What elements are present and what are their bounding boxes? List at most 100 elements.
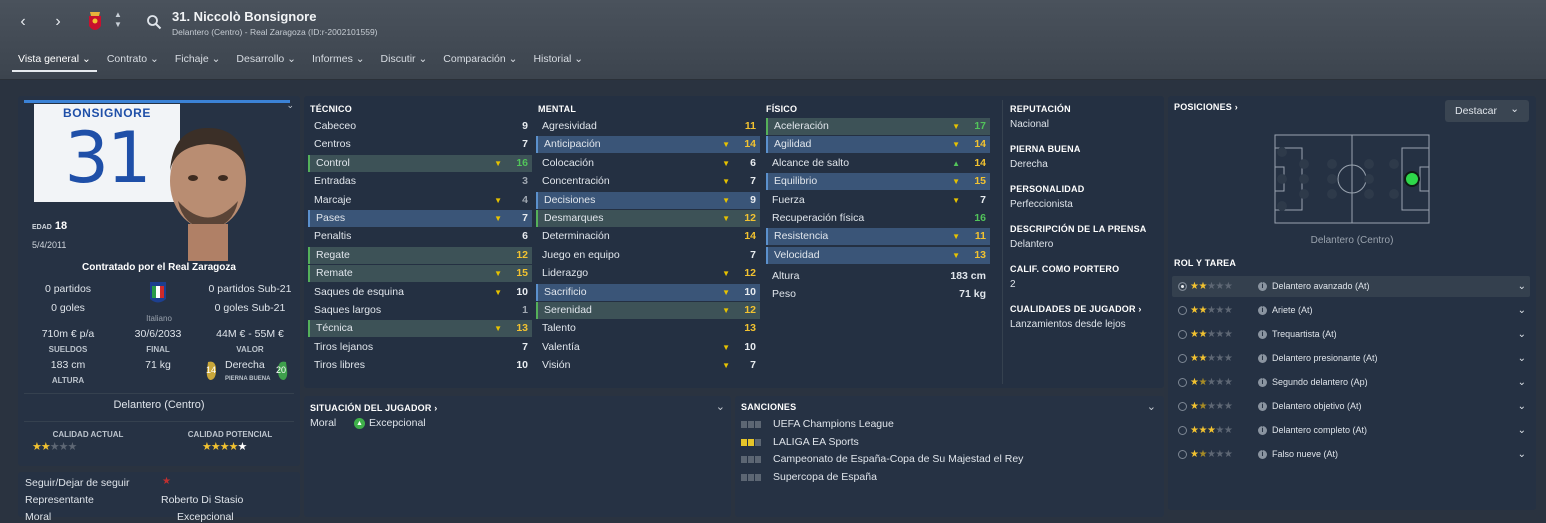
tab-contract[interactable]: Contrato ⌄	[101, 52, 165, 72]
role-row[interactable]: ★★★★★ i Delantero completo (At) ⌄	[1172, 420, 1530, 441]
player-status-link[interactable]: SITUACIÓN DEL JUGADOR ›	[310, 403, 437, 413]
role-row[interactable]: ★★★★★ i Delantero objetivo (At) ⌄	[1172, 396, 1530, 417]
back-button[interactable]: ‹	[10, 9, 36, 35]
player-traits-link[interactable]: CUALIDADES DE JUGADOR ›	[1010, 304, 1158, 314]
role-row[interactable]: ★★★★★ i Trequartista (At) ⌄	[1172, 324, 1530, 345]
player-switcher-icon[interactable]: ▲ ▼	[112, 10, 124, 30]
attribute-row[interactable]: Desmarques ▼ 12	[536, 210, 760, 227]
attribute-row[interactable]: Determinación 14	[536, 228, 760, 245]
role-row[interactable]: ★★★★★ i Ariete (At) ⌄	[1172, 300, 1530, 321]
attribute-row[interactable]: Anticipación ▼ 14	[536, 136, 760, 154]
age-block: EDAD 18	[32, 220, 67, 232]
attribute-row[interactable]: Centros 7	[308, 136, 532, 153]
tab-development[interactable]: Desarrollo ⌄	[230, 52, 302, 72]
club-crest-icon[interactable]	[86, 9, 104, 35]
follow-toggle[interactable]: Seguir/Dejar de seguir	[25, 477, 129, 489]
forward-button[interactable]: ›	[45, 9, 71, 35]
role-row[interactable]: ★★★★★ i Falso nueve (At) ⌄	[1172, 444, 1530, 465]
attribute-row[interactable]: Tiros libres 10	[308, 357, 532, 374]
radio-button[interactable]	[1178, 378, 1187, 387]
radio-button[interactable]	[1178, 306, 1187, 315]
attribute-row[interactable]: Sacrificio ▼ 10	[536, 283, 760, 301]
radio-button[interactable]	[1178, 330, 1187, 339]
chevron-down-icon[interactable]: ⌄	[1518, 372, 1526, 393]
attribute-row[interactable]: Técnica ▼ 13	[308, 320, 532, 338]
info-icon[interactable]: i	[1258, 426, 1267, 435]
chevron-down-icon[interactable]: ⌄	[1518, 420, 1526, 441]
attribute-row[interactable]: Pases ▼ 7	[308, 210, 532, 227]
wage-value: 710m € p/a	[41, 328, 95, 340]
positions-link[interactable]: POSICIONES ›	[1174, 102, 1238, 112]
search-icon[interactable]	[146, 14, 162, 30]
radio-button[interactable]	[1178, 426, 1187, 435]
attribute-row[interactable]: Recuperación física 16	[766, 210, 990, 227]
chevron-down-icon[interactable]: ⌄	[286, 100, 294, 111]
tab-transfer[interactable]: Fichaje ⌄	[169, 52, 227, 72]
attribute-row[interactable]: Serenidad ▼ 12	[536, 302, 760, 319]
chevron-down-icon[interactable]: ⌄	[1518, 324, 1526, 345]
radio-button[interactable]	[1178, 354, 1187, 363]
attribute-row[interactable]: Penaltis 6	[308, 228, 532, 245]
attribute-row[interactable]: Equilibrio ▼ 15	[766, 173, 990, 191]
attribute-row[interactable]: Regate 12	[308, 246, 532, 264]
attribute-row[interactable]: Alcance de salto ▲ 14	[766, 155, 990, 172]
star-icon[interactable]: ★	[162, 476, 171, 487]
attribute-row[interactable]: Saques de esquina ▼ 10	[308, 284, 532, 301]
role-row[interactable]: ★★★★★ i Delantero avanzado (At) ⌄	[1172, 276, 1530, 297]
attribute-row[interactable]: Tiros lejanos 7	[308, 339, 532, 356]
radio-button[interactable]	[1178, 282, 1187, 291]
attribute-row[interactable]: Visión ▼ 7	[536, 357, 760, 374]
tab-reports[interactable]: Informes ⌄	[306, 52, 371, 72]
attribute-name: Agresividad	[542, 120, 597, 132]
info-icon[interactable]: i	[1258, 282, 1267, 291]
chevron-down-icon[interactable]: ⌄	[1518, 396, 1526, 417]
agent-value[interactable]: Roberto Di Stasio	[161, 494, 243, 506]
sanction-row: UEFA Champions League	[741, 415, 1101, 433]
attribute-row[interactable]: Agresividad 11	[536, 118, 760, 135]
info-icon[interactable]: i	[1258, 378, 1267, 387]
attribute-row[interactable]: Entradas 3	[308, 173, 532, 190]
chevron-down-icon[interactable]: ⌄	[716, 400, 725, 413]
attribute-row[interactable]: Liderazgo ▼ 12	[536, 265, 760, 282]
info-icon[interactable]: i	[1258, 330, 1267, 339]
attribute-row[interactable]: Marcaje ▼ 4	[308, 192, 532, 209]
attribute-row[interactable]: Cabeceo 9	[308, 118, 532, 135]
tab-overview[interactable]: Vista general ⌄	[12, 52, 97, 72]
attribute-value: 11	[974, 230, 986, 243]
attribute-row[interactable]: Fuerza ▼ 7	[766, 192, 990, 209]
age-label: EDAD	[32, 224, 52, 231]
info-icon[interactable]: i	[1258, 402, 1267, 411]
attribute-row[interactable]: Juego en equipo 7	[536, 247, 760, 264]
highlight-dropdown[interactable]: Destacar ⌄	[1445, 100, 1529, 122]
attribute-row[interactable]: Decisiones ▼ 9	[536, 191, 760, 209]
attribute-row[interactable]: Resistencia ▼ 11	[766, 228, 990, 246]
attribute-row[interactable]: Remate ▼ 15	[308, 265, 532, 283]
info-icon[interactable]: i	[1258, 450, 1267, 459]
chevron-down-icon[interactable]: ⌄	[1518, 300, 1526, 321]
role-row[interactable]: ★★★★★ i Delantero presionante (At) ⌄	[1172, 348, 1530, 369]
attribute-row[interactable]: Colocación ▼ 6	[536, 155, 760, 172]
attribute-row[interactable]: Control ▼ 16	[308, 154, 532, 172]
mental-header: MENTAL	[538, 104, 577, 114]
attribute-row[interactable]: Velocidad ▼ 13	[766, 246, 990, 264]
chevron-down-icon[interactable]: ⌄	[1518, 444, 1526, 465]
tab-discuss[interactable]: Discutir ⌄	[375, 52, 434, 72]
radio-button[interactable]	[1178, 402, 1187, 411]
height-row-value: 183 cm	[950, 270, 986, 282]
tab-comparison[interactable]: Comparación ⌄	[437, 52, 523, 72]
chevron-down-icon[interactable]: ⌄	[1147, 400, 1156, 413]
role-row[interactable]: ★★★★★ i Segundo delantero (Ap) ⌄	[1172, 372, 1530, 393]
radio-button[interactable]	[1178, 450, 1187, 459]
role-stars: ★★★★★	[1190, 305, 1233, 316]
attribute-row[interactable]: Talento 13	[536, 320, 760, 337]
info-icon[interactable]: i	[1258, 306, 1267, 315]
info-icon[interactable]: i	[1258, 354, 1267, 363]
chevron-down-icon[interactable]: ⌄	[1518, 276, 1526, 297]
attribute-row[interactable]: Agilidad ▼ 14	[766, 136, 990, 154]
chevron-down-icon[interactable]: ⌄	[1518, 348, 1526, 369]
attribute-row[interactable]: Valentía ▼ 10	[536, 339, 760, 356]
tab-history[interactable]: Historial ⌄	[527, 52, 589, 72]
attribute-row[interactable]: Saques largos 1	[308, 302, 532, 319]
attribute-row[interactable]: Aceleración ▼ 17	[766, 118, 990, 135]
attribute-row[interactable]: Concentración ▼ 7	[536, 173, 760, 190]
